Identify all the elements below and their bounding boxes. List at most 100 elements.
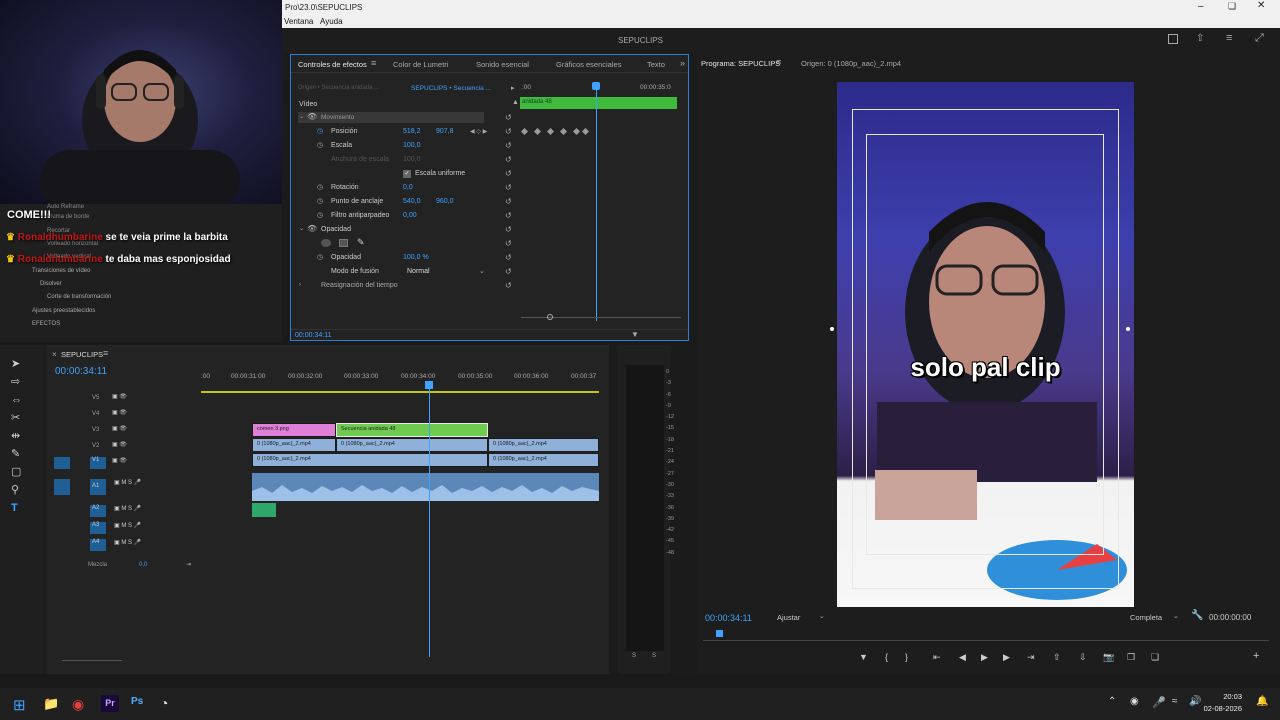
stopwatch-icon[interactable]: ◷ (317, 253, 323, 261)
chevron-down-icon[interactable]: ⌄ (299, 113, 304, 120)
mini-ruler[interactable]: :00 00:00:35:0 (520, 81, 690, 93)
wifi-icon[interactable]: ≈ (1172, 696, 1178, 707)
share-icon[interactable]: ⇧ (1196, 33, 1204, 44)
rotation-value[interactable]: 0,0 (403, 184, 413, 191)
selection-tool-icon[interactable]: ➤ (11, 355, 22, 373)
tab-effect-controls[interactable]: Controles de efectos (298, 60, 367, 69)
notification-icon[interactable]: 🔔 (1256, 696, 1268, 707)
rectangle-tool-icon[interactable]: ▢ (11, 463, 22, 481)
timeline-clip[interactable]: 0 (1080p_aac)_2.mp4 (488, 438, 599, 452)
ellipse-mask-icon[interactable] (321, 239, 331, 247)
group-opacity-label[interactable]: Opacidad (321, 226, 351, 233)
menu-ventana[interactable]: Ventana (284, 17, 313, 26)
audio-clip-a2[interactable] (252, 503, 276, 517)
timeline-timecode[interactable]: 00:00:34:11 (55, 366, 107, 377)
minimize-icon[interactable]: – (1198, 1, 1204, 12)
menu-ayuda[interactable]: Ayuda (320, 17, 343, 26)
chevron-down-icon[interactable]: ⌄ (479, 267, 485, 275)
eye-icon[interactable]: 👁 (307, 112, 317, 121)
toggle-sync-icon[interactable]: ▣ 👁 (112, 425, 127, 432)
wrench-icon[interactable]: 🔧 (1191, 610, 1203, 621)
menu-lines-icon[interactable]: ≡ (1226, 32, 1232, 44)
timeline-clip[interactable]: 0 (1080p_aac)_2.mp4 (488, 453, 599, 467)
camera-icon[interactable]: 📷 (1103, 652, 1114, 663)
rect-mask-icon[interactable] (339, 239, 348, 247)
anchor-handle[interactable] (830, 327, 834, 331)
effects-folder[interactable]: Disolver (40, 281, 62, 287)
eye-icon[interactable]: 👁 (307, 224, 317, 233)
photoshop-icon[interactable]: Ps (131, 696, 143, 707)
source-patch[interactable] (54, 479, 70, 495)
play-icon[interactable]: ▶ (981, 652, 988, 663)
audio-clip[interactable] (252, 473, 599, 501)
mute-solo-icon[interactable]: ▣ M S 🎤 (114, 522, 141, 529)
restore-icon[interactable]: ❏ (1228, 1, 1236, 12)
effects-item[interactable]: Auto Reframe (47, 204, 84, 210)
keyframe[interactable] (581, 127, 590, 136)
solo-left[interactable]: S (632, 653, 636, 659)
windows-start-icon[interactable]: ⊞ (13, 696, 26, 714)
go-to-in-icon[interactable]: ⇤ (933, 652, 941, 663)
program-playhead[interactable] (716, 630, 723, 637)
timeline-clip[interactable]: comen 3.png (252, 423, 336, 437)
chevron-down-icon[interactable]: ⌄ (299, 225, 304, 232)
mute-solo-icon[interactable]: ▣ M S 🎤 (114, 539, 141, 546)
stopwatch-icon[interactable]: ◷ (317, 197, 323, 205)
lift-icon[interactable]: ⇧ (1053, 652, 1061, 663)
pen-tool-icon[interactable]: ✎ (11, 445, 22, 463)
effects-folder[interactable]: EFECTOS (32, 321, 60, 327)
mute-solo-icon[interactable]: ▣ M S 🎤 (114, 479, 141, 486)
group-motion[interactable]: Movimiento (321, 114, 354, 121)
marker-icon[interactable]: ▼ (859, 652, 868, 662)
chevron-down-icon[interactable]: ⌄ (819, 612, 825, 620)
video-frame[interactable]: solo pal clip (837, 82, 1134, 607)
step-back-icon[interactable]: ◀ (959, 652, 966, 663)
add-button-icon[interactable]: + (1253, 650, 1259, 662)
effects-folder[interactable]: Ajustes preestablecidos (32, 308, 95, 314)
track-label[interactable]: A4 (90, 539, 106, 551)
close-icon[interactable]: × (52, 350, 57, 359)
obs-icon[interactable]: ◔ (160, 695, 168, 711)
keyframe[interactable] (520, 127, 529, 136)
slip-icon[interactable]: ⇹ (11, 427, 22, 445)
vr-icon[interactable]: ❏ (1151, 652, 1159, 663)
sequence-selector[interactable]: SEPUCLIPS • Secuencia ... (411, 85, 491, 92)
chevron-down-icon[interactable]: ⌄ (1173, 612, 1179, 620)
end-icon[interactable]: ⇥ (186, 561, 191, 568)
pen-mask-icon[interactable]: ✎ (357, 237, 365, 248)
tab-graphics[interactable]: Gráficos esenciales (556, 60, 621, 69)
anchor-x[interactable]: 540,0 (403, 198, 421, 205)
discord-icon[interactable]: ◉ (1130, 696, 1139, 707)
play-icon[interactable]: ▸ (511, 84, 515, 92)
razor-icon[interactable]: ✂ (11, 409, 22, 427)
fullscreen-icon[interactable]: ⤢ (1255, 32, 1264, 45)
timeline-tab[interactable]: SEPUCLIPS (61, 350, 103, 359)
timeline-clip[interactable]: 0 (1080p_aac)_2.mp4 (252, 438, 336, 452)
zoom-select[interactable]: Ajustar (777, 613, 800, 622)
solo-right[interactable]: S (652, 653, 656, 659)
tab-lumetri[interactable]: Color de Lumetri (393, 60, 448, 69)
hand-tool-icon[interactable]: ⚲ (11, 481, 22, 499)
tab-program[interactable]: Programa: SEPUCLIPS (701, 59, 780, 68)
fx-timecode[interactable]: 00:00:34:11 (295, 332, 331, 339)
clock-date[interactable]: 02-08-2026 (1202, 704, 1242, 713)
step-forward-icon[interactable]: ▶ (1003, 652, 1010, 663)
go-to-out-icon[interactable]: ⇥ (1027, 652, 1035, 663)
stopwatch-icon[interactable]: ◷ (317, 183, 323, 191)
toggle-sync-icon[interactable]: ▣ 👁 (112, 457, 127, 464)
type-tool-icon[interactable]: T (11, 499, 22, 517)
stopwatch-icon[interactable]: ◷ (317, 211, 323, 219)
premiere-icon[interactable]: Pr (101, 695, 119, 712)
mark-in-icon[interactable]: { (885, 652, 888, 662)
filter-icon[interactable]: ▼ (631, 330, 639, 339)
triangle-up-icon[interactable]: ▲ (512, 99, 519, 106)
tab-sound[interactable]: Sonido esencial (476, 60, 529, 69)
tab-text[interactable]: Texto (647, 60, 665, 69)
keyframe-nav-icon[interactable]: ◀ ◇ ▶ (470, 128, 487, 135)
chevron-right-icon[interactable]: » (680, 58, 685, 68)
stopwatch-icon[interactable]: ◷ (317, 141, 323, 149)
checkbox-checked-icon[interactable]: ✓ (403, 170, 411, 178)
mark-out-icon[interactable]: } (905, 652, 908, 662)
file-explorer-icon[interactable]: 📁 (43, 696, 59, 712)
reset-icons-column[interactable]: ↺ ↺ ↺ ↺ ↺ ↺ ↺ ↺ ↺ ↺ ↺ ↺ ↺ (505, 111, 515, 290)
